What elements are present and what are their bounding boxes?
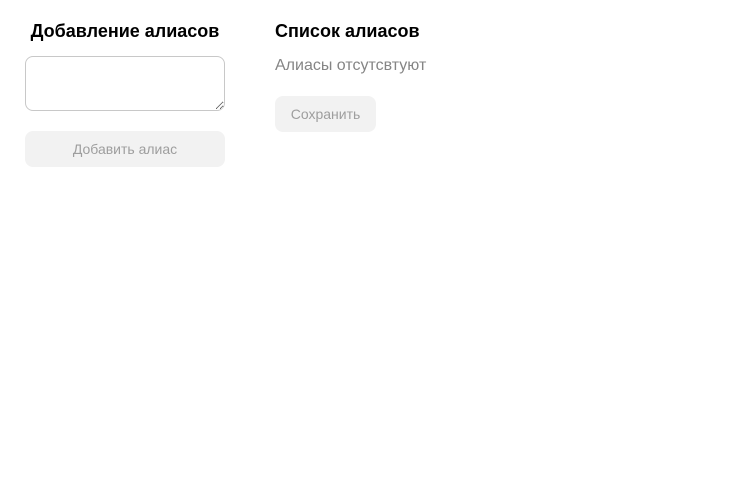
add-aliases-section: Добавление алиасов Добавить алиас xyxy=(25,18,225,167)
alias-list-title: Список алиасов xyxy=(275,21,420,41)
alias-input[interactable] xyxy=(25,56,225,111)
alias-page: Добавление алиасов Добавить алиас Список… xyxy=(0,0,750,500)
alias-list-section: Список алиасов Алиасы отсутсвтуют Сохран… xyxy=(275,18,575,132)
add-alias-button[interactable]: Добавить алиас xyxy=(25,131,225,167)
empty-list-message: Алиасы отсутсвтуют xyxy=(275,57,427,74)
save-button[interactable]: Сохранить xyxy=(275,96,376,132)
add-aliases-title: Добавление алиасов xyxy=(30,21,220,41)
